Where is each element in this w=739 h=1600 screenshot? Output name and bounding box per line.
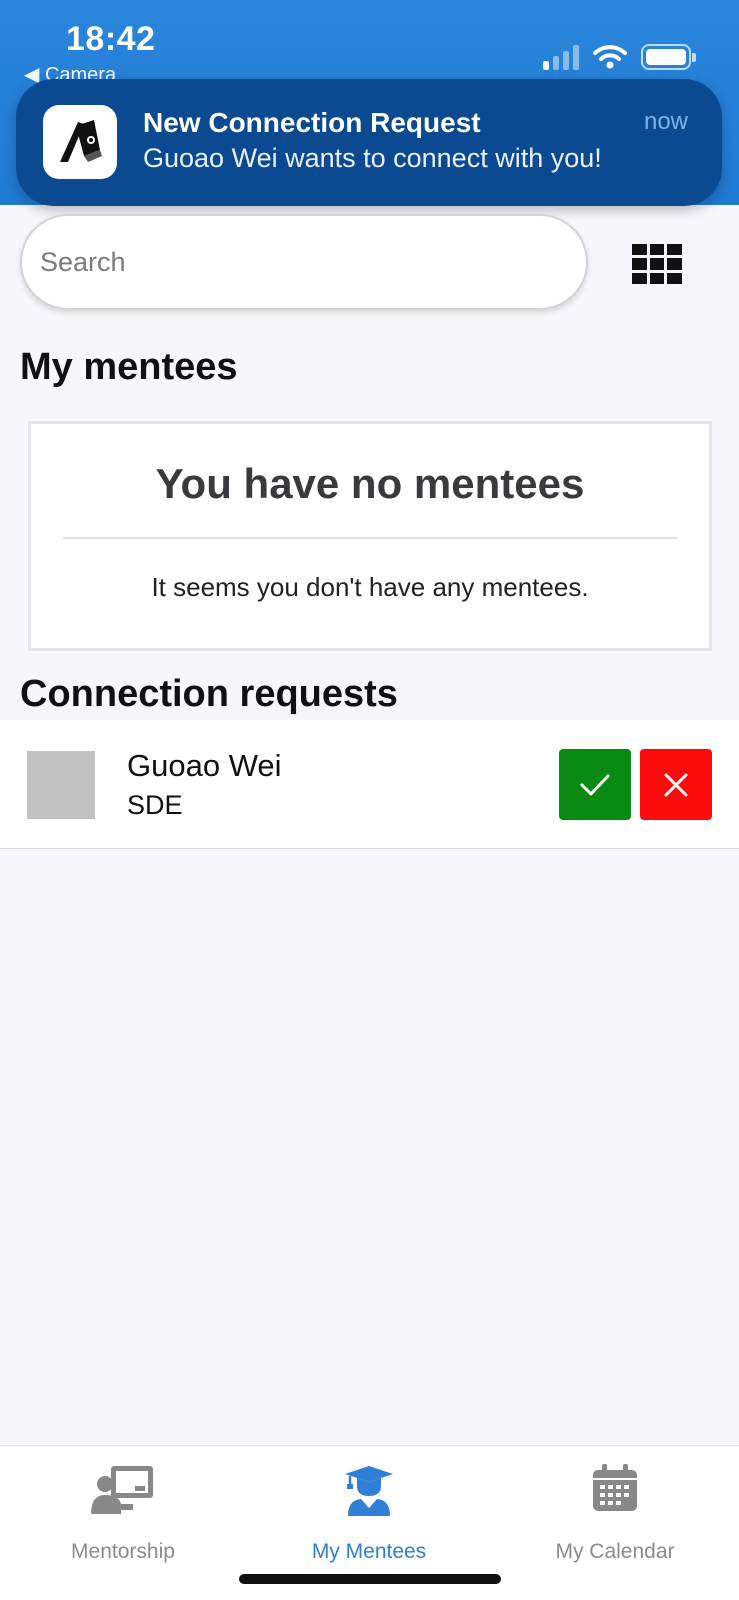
search-input[interactable]: [20, 214, 588, 310]
status-time: 18:42: [66, 20, 156, 58]
wifi-icon: [593, 45, 627, 69]
tab-my-calendar[interactable]: My Calendar: [492, 1454, 738, 1564]
grid-view-icon[interactable]: [632, 244, 682, 284]
status-icons: [543, 44, 696, 70]
checkmark-icon: [580, 774, 610, 795]
empty-mentees-title: You have no mentees: [155, 460, 585, 507]
request-name: Guoao Wei: [127, 748, 282, 783]
divider: [63, 537, 677, 539]
accept-button[interactable]: [559, 749, 631, 820]
tab-my-calendar-label: My Calendar: [555, 1540, 675, 1563]
tab-mentorship[interactable]: Mentorship: [0, 1454, 246, 1564]
tab-my-mentees[interactable]: My Mentees: [246, 1454, 492, 1564]
close-icon: [664, 773, 688, 796]
empty-mentees-text: It seems you don't have any mentees.: [151, 572, 589, 602]
tab-mentorship-label: Mentorship: [71, 1540, 175, 1563]
mentorship-icon: [91, 1466, 153, 1514]
connection-requests-heading: Connection requests: [20, 673, 398, 715]
notification-body: Guoao Wei wants to connect with you!: [143, 143, 602, 173]
signal-icon: [543, 44, 579, 70]
reject-button[interactable]: [640, 749, 712, 820]
notification-banner[interactable]: New Connection Request Guoao Wei wants t…: [16, 79, 722, 206]
notification-title: New Connection Request: [143, 107, 481, 138]
calendar-icon: [593, 1464, 637, 1511]
request-role: SDE: [127, 790, 183, 820]
tab-my-mentees-label: My Mentees: [311, 1540, 427, 1563]
battery-icon: [641, 44, 696, 70]
home-indicator[interactable]: [239, 1574, 501, 1584]
empty-mentees-card: You have no mentees It seems you don't h…: [28, 421, 712, 651]
app-logo-icon: [43, 105, 117, 179]
avatar: [27, 751, 95, 819]
connection-request-row[interactable]: Guoao Wei SDE: [0, 720, 739, 849]
graduate-icon: [345, 1466, 393, 1516]
mentees-heading: My mentees: [20, 346, 238, 388]
notification-time: now: [643, 108, 688, 135]
